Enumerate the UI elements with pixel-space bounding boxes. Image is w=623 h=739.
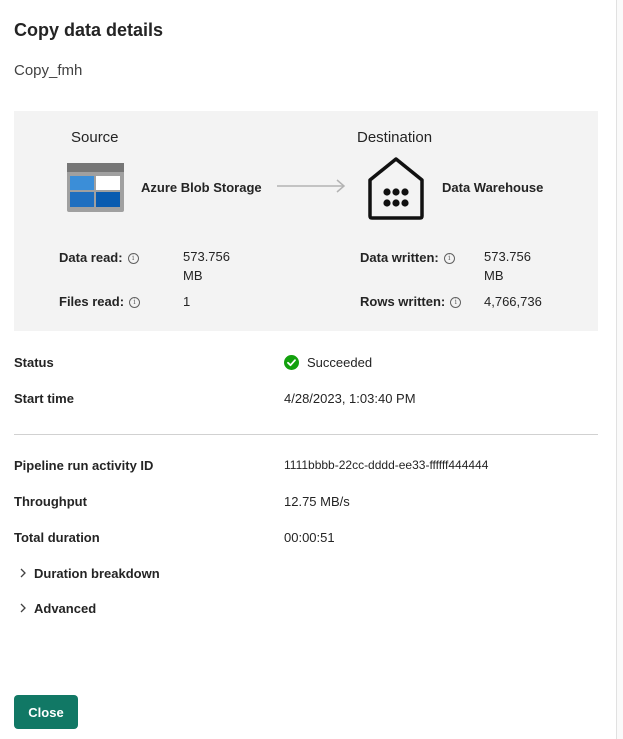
files-read-label: Files read: i [59,294,141,309]
data-written-value: 573.756 MB [484,249,531,283]
section-divider [14,434,598,435]
status-badge: Succeeded [284,355,372,370]
run-id-value: 1111bbbb-22cc-dddd-ee33-ffffff444444 [284,458,489,472]
rows-written-label: Rows written: i [360,294,462,309]
duration-breakdown-expander[interactable]: Duration breakdown [18,566,160,581]
chevron-right-icon [20,603,26,613]
info-icon[interactable]: i [443,253,455,264]
start-time-value: 4/28/2023, 1:03:40 PM [284,391,416,406]
data-read-label: Data read: i [59,250,139,265]
advanced-expander[interactable]: Advanced [18,601,96,616]
azure-blob-storage-icon [67,163,124,212]
info-icon[interactable]: i [127,253,139,264]
total-duration-label: Total duration [14,530,100,545]
destination-heading: Destination [357,129,433,146]
source-name: Azure Blob Storage [141,180,262,195]
status-label: Status [14,355,54,370]
panel-edge [616,0,623,739]
total-duration-value: 00:00:51 [284,530,335,545]
destination-name: Data Warehouse [442,180,544,195]
throughput-value: 12.75 MB/s [284,494,350,509]
rows-written-value: 4,766,736 [484,294,542,309]
info-icon[interactable]: i [450,297,462,308]
throughput-label: Throughput [14,494,87,509]
run-id-label: Pipeline run activity ID [14,458,154,473]
close-button[interactable]: Close [14,695,78,729]
data-written-label: Data written: i [360,250,455,265]
start-time-label: Start time [14,391,74,406]
data-warehouse-icon [368,157,424,220]
status-value: Succeeded [307,355,373,370]
success-check-icon [284,355,299,370]
activity-name: Copy_fmh [14,62,83,79]
chevron-right-icon [20,568,26,578]
info-icon[interactable]: i [129,297,141,308]
flow-arrow-icon [277,179,346,193]
data-read-value: 573.756 MB [183,249,230,283]
source-heading: Source [71,129,119,146]
source-destination-summary: Source Destination Azure Blob Storage Da… [14,111,598,331]
copy-data-details-panel: Copy data details Copy_fmh Source Destin… [0,0,617,739]
files-read-value: 1 [183,294,191,309]
dialog-title: Copy data details [14,20,164,40]
